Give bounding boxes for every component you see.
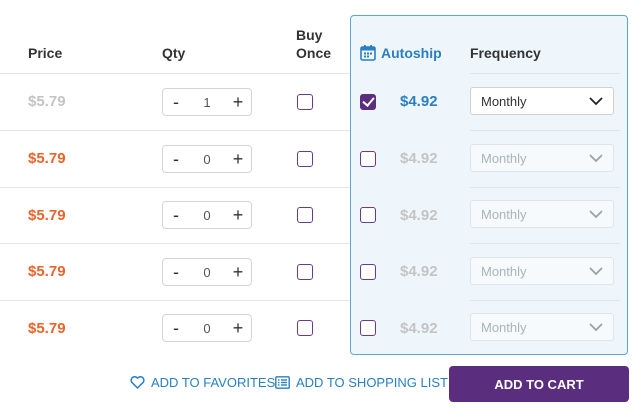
quantity-stepper[interactable]: - 1 +: [162, 88, 252, 116]
autoship-checkbox[interactable]: [360, 320, 376, 336]
row-price: $5.79: [28, 93, 66, 110]
qty-decrement-button[interactable]: -: [169, 319, 183, 337]
qty-value[interactable]: 0: [203, 152, 210, 167]
qty-increment-button[interactable]: +: [231, 93, 245, 111]
header-buy-once: Buy Once: [296, 27, 331, 61]
qty-decrement-button[interactable]: -: [169, 93, 183, 111]
chevron-down-icon: [589, 322, 603, 331]
frequency-select[interactable]: Monthly: [470, 87, 614, 115]
calendar-icon: [360, 45, 376, 61]
qty-value[interactable]: 0: [203, 321, 210, 336]
qty-decrement-button[interactable]: -: [169, 206, 183, 224]
quantity-stepper[interactable]: - 0 +: [162, 145, 252, 173]
autoship-price: $4.92: [400, 207, 438, 224]
quantity-stepper[interactable]: - 0 +: [162, 201, 252, 229]
qty-increment-button[interactable]: +: [231, 263, 245, 281]
quantity-stepper[interactable]: - 0 +: [162, 258, 252, 286]
autoship-price: $4.92: [400, 320, 438, 337]
quantity-stepper[interactable]: - 0 +: [162, 314, 252, 342]
row-divider: [0, 130, 350, 131]
chevron-down-icon: [589, 266, 603, 275]
header-autoship-label: Autoship: [381, 44, 442, 61]
frequency-value: Monthly: [481, 206, 527, 222]
buy-once-checkbox[interactable]: [297, 264, 313, 280]
buy-once-checkbox[interactable]: [297, 151, 313, 167]
frequency-select[interactable]: Monthly: [470, 144, 614, 172]
autoship-panel: [350, 15, 628, 355]
frequency-select[interactable]: Monthly: [470, 257, 614, 285]
buy-once-checkbox[interactable]: [297, 94, 313, 110]
qty-value[interactable]: 0: [203, 265, 210, 280]
autoship-checkbox[interactable]: [360, 94, 376, 110]
buy-once-checkbox[interactable]: [297, 207, 313, 223]
list-icon: [275, 376, 290, 389]
row-price: $5.79: [28, 207, 66, 224]
add-to-cart-button[interactable]: ADD TO CART: [449, 366, 629, 402]
row-price: $5.79: [28, 263, 66, 280]
qty-value[interactable]: 0: [203, 208, 210, 223]
row-divider: [470, 130, 620, 131]
row-divider: [470, 243, 620, 244]
frequency-value: Monthly: [481, 93, 527, 109]
chevron-down-icon: [589, 209, 603, 218]
frequency-value: Monthly: [481, 319, 527, 335]
autoship-checkbox[interactable]: [360, 207, 376, 223]
qty-increment-button[interactable]: +: [231, 206, 245, 224]
add-to-shopping-list-label: ADD TO SHOPPING LIST: [296, 375, 448, 390]
row-divider: [0, 300, 350, 301]
frequency-value: Monthly: [481, 263, 527, 279]
header-buy-once-line1: Buy: [296, 27, 323, 43]
add-to-favorites-link[interactable]: ADD TO FAVORITES: [130, 375, 275, 390]
header-qty: Qty: [162, 45, 186, 61]
row-divider: [470, 187, 620, 188]
qty-decrement-button[interactable]: -: [169, 263, 183, 281]
chevron-down-icon: [589, 96, 603, 105]
row-divider: [470, 300, 620, 301]
heart-icon: [130, 376, 145, 389]
autoship-price: $4.92: [400, 93, 438, 110]
add-to-shopping-list-link[interactable]: ADD TO SHOPPING LIST: [275, 375, 448, 390]
buy-once-checkbox[interactable]: [297, 320, 313, 336]
autoship-checkbox[interactable]: [360, 264, 376, 280]
chevron-down-icon: [589, 153, 603, 162]
row-divider: [0, 73, 350, 74]
header-autoship: Autoship: [360, 44, 442, 61]
row-divider: [0, 243, 350, 244]
row-divider: [470, 73, 620, 74]
header-buy-once-line2: Once: [296, 45, 332, 61]
autoship-price: $4.92: [400, 150, 438, 167]
qty-decrement-button[interactable]: -: [169, 150, 183, 168]
frequency-select[interactable]: Monthly: [470, 200, 614, 228]
qty-value[interactable]: 1: [203, 95, 210, 110]
add-to-favorites-label: ADD TO FAVORITES: [151, 375, 276, 390]
row-price: $5.79: [28, 150, 66, 167]
header-price: Price: [28, 45, 63, 61]
row-price: $5.79: [28, 320, 66, 337]
autoship-checkbox[interactable]: [360, 151, 376, 167]
qty-increment-button[interactable]: +: [231, 319, 245, 337]
frequency-value: Monthly: [481, 150, 527, 166]
header-frequency: Frequency: [470, 45, 541, 61]
frequency-select[interactable]: Monthly: [470, 313, 614, 341]
qty-increment-button[interactable]: +: [231, 150, 245, 168]
row-divider: [0, 187, 350, 188]
autoship-price: $4.92: [400, 263, 438, 280]
